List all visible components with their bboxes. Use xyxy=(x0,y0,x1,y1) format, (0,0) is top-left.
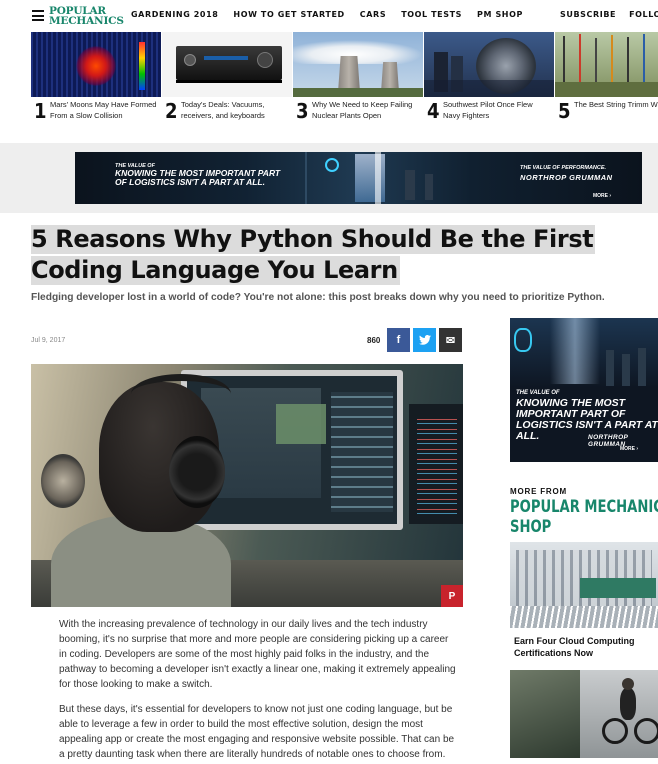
trending-number: 5 xyxy=(558,99,571,123)
trending-thumbnail xyxy=(555,32,658,97)
body-paragraph: With the increasing prevalence of techno… xyxy=(59,619,456,690)
hero-image: P xyxy=(31,364,463,607)
ad-more-link[interactable]: MORE › xyxy=(593,193,611,199)
twitter-icon xyxy=(418,335,431,345)
pinterest-button[interactable]: P xyxy=(441,585,463,607)
ad-more-link[interactable]: MORE › xyxy=(620,446,638,452)
follow-link[interactable]: FOLLO xyxy=(629,10,658,19)
ad-brand: NORTHROP GRUMMAN xyxy=(520,173,613,182)
ad-banner[interactable]: THE VALUE OF KNOWING THE MOST IMPORTANT … xyxy=(75,152,642,204)
facebook-icon: f xyxy=(396,334,401,346)
trending-strip: 1 Mars' Moons May Have Formed From a Slo… xyxy=(0,32,658,140)
shop-title[interactable]: POPULAR MECHANICS SHOP xyxy=(510,497,658,537)
menu-icon[interactable] xyxy=(32,10,44,21)
sidebar-ad[interactable]: THE VALUE OF KNOWING THE MOST IMPORTANT … xyxy=(510,318,658,462)
email-share-button[interactable]: ✉ xyxy=(439,328,462,352)
nav-link-cars[interactable]: CARS xyxy=(360,10,386,19)
trending-number: 2 xyxy=(165,99,178,123)
ad-text: THE VALUE OF xyxy=(516,390,560,396)
pinterest-icon: P xyxy=(448,590,456,602)
trending-number: 1 xyxy=(34,99,47,123)
article-dek: Fledging developer lost in a world of co… xyxy=(31,292,605,303)
share-count: 860 xyxy=(367,336,381,345)
trending-title: Mars' Moons May Have Formed From a Slow … xyxy=(50,100,157,120)
top-nav: POPULAR MECHANICS GARDENING 2018 HOW TO … xyxy=(0,0,658,32)
publish-date: Jul 9, 2017 xyxy=(31,337,66,344)
nav-link-pm-shop[interactable]: PM SHOP xyxy=(477,10,523,19)
trending-item[interactable]: 5 The Best String Trimm Weed Wacker Revi… xyxy=(555,32,658,123)
trending-title: Southwest Pilot Once Flew Navy Fighters xyxy=(443,100,533,120)
trending-item[interactable]: 3 Why We Need to Keep Failing Nuclear Pl… xyxy=(293,32,423,123)
trending-item[interactable]: 1 Mars' Moons May Have Formed From a Slo… xyxy=(31,32,161,123)
trending-number: 4 xyxy=(427,99,440,123)
article-body: With the increasing prevalence of techno… xyxy=(59,617,457,764)
trending-title: Today's Deals: Vacuums, receivers, and k… xyxy=(181,100,265,120)
trending-item[interactable]: 2 Today's Deals: Vacuums, receivers, and… xyxy=(162,32,292,123)
shop-item-title[interactable]: Earn Four Cloud Computing Certifications… xyxy=(514,635,656,659)
subscribe-link[interactable]: SUBSCRIBE xyxy=(560,10,616,19)
nav-links: GARDENING 2018 HOW TO GET STARTED CARS T… xyxy=(131,10,538,19)
shop-item-image[interactable] xyxy=(510,670,658,758)
body-paragraph: But these days, it's essential for devel… xyxy=(59,704,455,760)
trending-title: Why We Need to Keep Failing Nuclear Plan… xyxy=(312,100,413,120)
ad-headline: KNOWING THE MOST IMPORTANT PART OF LOGIS… xyxy=(115,168,281,187)
ad-text: THE VALUE OF PERFORMANCE. xyxy=(520,165,607,171)
trending-thumbnail xyxy=(31,32,161,97)
trending-thumbnail xyxy=(162,32,292,97)
site-logo[interactable]: POPULAR MECHANICS xyxy=(49,6,124,27)
twitter-share-button[interactable]: t xyxy=(413,328,436,352)
nav-right: SUBSCRIBE FOLLO xyxy=(560,10,658,19)
email-icon: ✉ xyxy=(445,334,456,347)
trending-title: The Best String Trimm Weed Wacker Review… xyxy=(574,100,658,109)
trending-thumbnail xyxy=(293,32,423,97)
nav-link-tool-tests[interactable]: TOOL TESTS xyxy=(401,10,462,19)
article-title: 5 Reasons Why Python Should Be the First… xyxy=(31,225,596,285)
more-from-label: MORE FROM xyxy=(510,487,567,496)
nav-link-gardening[interactable]: GARDENING 2018 xyxy=(131,10,218,19)
shop-item-image[interactable] xyxy=(510,542,658,628)
trending-item[interactable]: 4 Southwest Pilot Once Flew Navy Fighter… xyxy=(424,32,554,123)
facebook-share-button[interactable]: f xyxy=(387,328,410,352)
nav-link-how-to[interactable]: HOW TO GET STARTED xyxy=(233,10,344,19)
ad-band: THE VALUE OF KNOWING THE MOST IMPORTANT … xyxy=(0,143,658,213)
trending-thumbnail xyxy=(424,32,554,97)
trending-number: 3 xyxy=(296,99,309,123)
